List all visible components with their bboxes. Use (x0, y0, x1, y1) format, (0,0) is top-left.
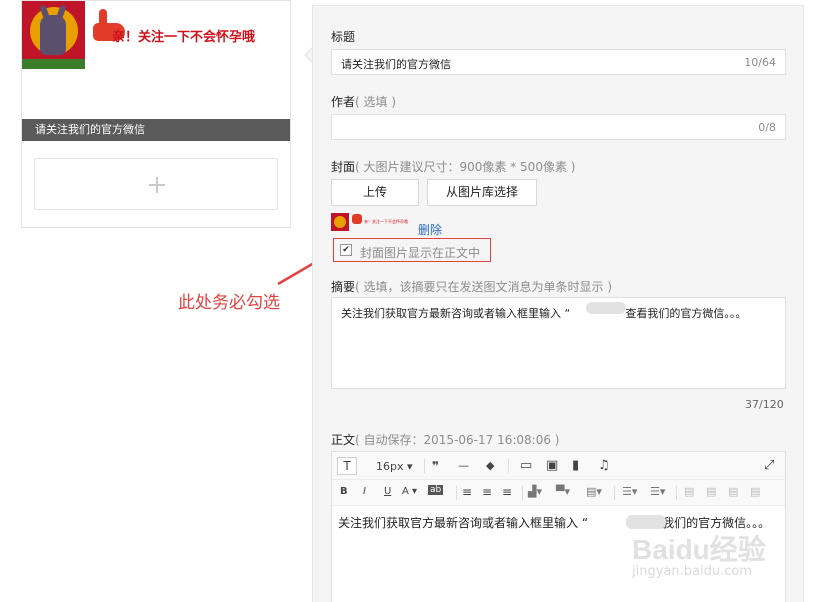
author-label: 作者( 选填 ) (331, 95, 397, 109)
line-spacing-icon[interactable]: ▀▾ (556, 485, 570, 498)
summary-label: 摘要( 选填，该摘要只在发送图文消息为单条时显示 ) (331, 280, 613, 294)
show-cover-checkbox-label[interactable]: 封面图片显示在正文中 (360, 244, 480, 261)
add-article-button[interactable] (34, 158, 278, 210)
cover-label: 封面( 大图片建议尺寸：900像素 * 500像素 ) (331, 160, 576, 174)
quote-button[interactable]: ❞ (432, 459, 439, 473)
align-right-button[interactable]: ≡ (502, 485, 512, 499)
float-none-icon[interactable]: ▤ (706, 485, 716, 498)
font-size-select[interactable]: 16px ▾ (376, 460, 413, 473)
indent-icon[interactable]: ▤▾ (586, 485, 602, 498)
float-right-icon[interactable]: ▤ (728, 485, 738, 498)
author-input[interactable]: 0/8 (331, 114, 786, 140)
ordered-list-icon[interactable]: ☰▾ (622, 485, 637, 498)
baidu-watermark: Baidu经验 (632, 534, 766, 565)
float-left-icon[interactable]: ▤ (684, 485, 694, 498)
background-color-button[interactable]: ab (428, 485, 444, 495)
title-char-count: 10/64 (744, 56, 776, 69)
image-icon[interactable]: ▣ (546, 458, 558, 473)
summary-textarea[interactable]: 关注我们获取官方最新咨询或者输入框里输入 “” 查看我们的官方微信。。。 (331, 297, 786, 389)
font-color-button[interactable]: A ▾ (402, 486, 417, 497)
author-char-count: 0/8 (758, 121, 776, 134)
summary-char-count: 37/120 (745, 398, 784, 411)
redacted-keyword (586, 302, 626, 314)
annotation-text: 此处务必勾选 (178, 293, 280, 313)
upload-button[interactable]: 上传 (331, 179, 419, 206)
mini-hand-icon (352, 214, 362, 224)
title-input[interactable]: 请关注我们的官方微信 10/64 (331, 49, 786, 75)
bold-button[interactable]: B (340, 486, 348, 497)
preview-title: 请关注我们的官方微信 (22, 119, 290, 141)
baidu-watermark-url: jingyan.baidu.com (632, 564, 752, 579)
show-cover-checkbox[interactable]: ✔ (340, 244, 352, 256)
align-left-button[interactable]: ≡ (462, 485, 472, 499)
align-center-button[interactable]: ≡ (482, 485, 492, 499)
text-style-button[interactable]: T (337, 457, 357, 475)
paragraph-spacing-icon[interactable]: ▟▾ (528, 485, 542, 498)
body-label: 正文( 自动保存：2015-06-17 16:08:06 ) (331, 433, 560, 447)
eraser-icon[interactable]: ◆ (486, 459, 494, 472)
italic-button[interactable]: I (363, 486, 366, 497)
title-label: 标题 (331, 30, 356, 44)
mini-banner-text: 亲！关注一下不会怀孕哦 (364, 219, 408, 224)
underline-button[interactable]: U (384, 486, 391, 497)
chart-icon[interactable]: ▮ (572, 458, 579, 473)
music-icon[interactable]: ♫ (598, 458, 610, 473)
unordered-list-icon[interactable]: ☰▾ (650, 485, 665, 498)
fullscreen-icon[interactable]: ⤢ (764, 458, 774, 473)
banner-text: 亲！关注一下不会怀孕哦 (112, 29, 256, 44)
rich-text-editor[interactable]: T 16px ▾ ❞ — ◆ ▭ ▣ ▮ ♫ ⤢ B I U A ▾ ab ≡ … (331, 451, 786, 602)
choose-from-library-button[interactable]: 从图片库选择 (427, 179, 537, 206)
editor-toolbar-main: T 16px ▾ ❞ — ◆ ▭ ▣ ▮ ♫ ⤢ (332, 452, 785, 480)
cover-mini-thumbnail (331, 213, 349, 231)
delete-cover-link[interactable]: 删除 (418, 221, 442, 238)
float-center-icon[interactable]: ▤ (750, 485, 760, 498)
cover-thumbnail-image (22, 1, 85, 69)
editor-toolbar-format: B I U A ▾ ab ≡ ≡ ≡ ▟▾ ▀▾ ▤▾ ☰▾ ☰▾ ▤ ▤ ▤ … (332, 480, 785, 506)
video-icon[interactable]: ▭ (520, 458, 532, 473)
redacted-keyword-body (626, 515, 666, 529)
horizontal-rule-button[interactable]: — (458, 459, 469, 472)
